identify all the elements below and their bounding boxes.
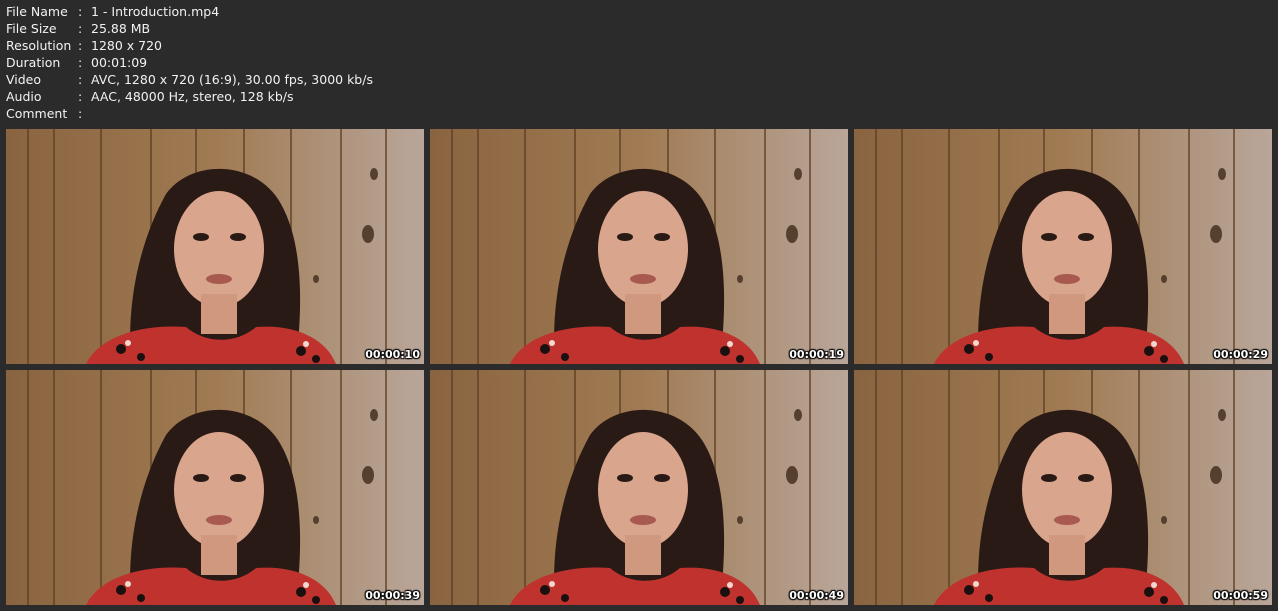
info-row-resolution: Resolution : 1280 x 720 (6, 37, 373, 54)
info-row-comment: Comment : (6, 105, 373, 122)
thumbnail-timestamp: 00:00:49 (789, 589, 844, 602)
info-value: 1 - Introduction.mp4 (91, 4, 220, 19)
thumbnail-timestamp: 00:00:39 (365, 589, 420, 602)
info-label: Video (6, 72, 42, 87)
info-value: AAC, 48000 Hz, stereo, 128 kb/s (91, 89, 294, 104)
video-frame-image (430, 370, 848, 605)
video-thumbnail: 00:00:19 (430, 129, 848, 364)
thumbnail-timestamp: 00:00:59 (1213, 589, 1268, 602)
info-separator: : (78, 72, 83, 87)
video-frame-image (854, 129, 1272, 364)
thumbnail-grid: 00:00:10 00:00:19 00:00:29 00:00:39 00:0… (6, 129, 1272, 605)
info-separator: : (78, 89, 83, 104)
video-thumbnail: 00:00:59 (854, 370, 1272, 605)
video-thumbnail: 00:00:29 (854, 129, 1272, 364)
info-label: Comment (6, 106, 68, 121)
info-label: Audio (6, 89, 42, 104)
thumbnail-timestamp: 00:00:19 (789, 348, 844, 361)
info-separator: : (78, 21, 83, 36)
info-row-file-name: File Name : 1 - Introduction.mp4 (6, 3, 373, 20)
info-value: 1280 x 720 (91, 38, 163, 53)
info-separator: : (78, 38, 83, 53)
info-value: AVC, 1280 x 720 (16:9), 30.00 fps, 3000 … (91, 72, 373, 87)
info-separator: : (78, 4, 83, 19)
thumbnail-timestamp: 00:00:10 (365, 348, 420, 361)
info-separator: : (78, 106, 83, 121)
thumbnail-timestamp: 00:00:29 (1213, 348, 1268, 361)
video-frame-image (854, 370, 1272, 605)
video-thumbnail: 00:00:10 (6, 129, 424, 364)
info-row-duration: Duration : 00:01:09 (6, 54, 373, 71)
video-thumbnail: 00:00:39 (6, 370, 424, 605)
video-frame-image (6, 370, 424, 605)
info-label: Resolution (6, 38, 72, 53)
info-row-file-size: File Size : 25.88 MB (6, 20, 373, 37)
info-row-audio: Audio : AAC, 48000 Hz, stereo, 128 kb/s (6, 88, 373, 105)
video-frame-image (6, 129, 424, 364)
info-label: File Size (6, 21, 57, 36)
info-value: 25.88 MB (91, 21, 151, 36)
file-info-panel: File Name : 1 - Introduction.mp4 File Si… (6, 3, 373, 122)
info-row-video: Video : AVC, 1280 x 720 (16:9), 30.00 fp… (6, 71, 373, 88)
info-separator: : (78, 55, 83, 70)
video-thumbnail: 00:00:49 (430, 370, 848, 605)
video-frame-image (430, 129, 848, 364)
info-value: 00:01:09 (91, 55, 148, 70)
info-label: Duration (6, 55, 61, 70)
info-label: File Name (6, 4, 68, 19)
